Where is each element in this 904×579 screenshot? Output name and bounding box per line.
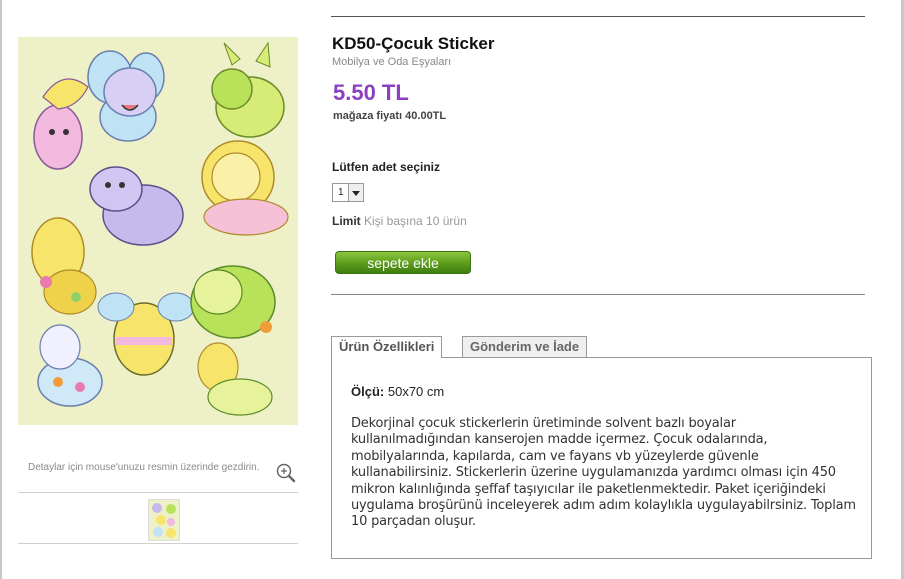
product-price: 5.50 TL [333, 80, 409, 105]
window-border-left [0, 0, 2, 579]
divider [18, 492, 298, 493]
chevron-down-icon[interactable] [348, 184, 363, 201]
product-title: KD50-Çocuk Sticker [332, 34, 495, 53]
size-value: 50x70 cm [387, 384, 445, 399]
zoom-hint-text: Detaylar için mouse'unuzu resmin üzerind… [28, 462, 260, 473]
quantity-label: Lütfen adet seçiniz [332, 160, 441, 174]
limit-value: Kişi başına 10 ürün [364, 214, 467, 228]
store-price-label: mağaza fiyatı [333, 110, 403, 122]
quantity-value: 1 [338, 187, 344, 198]
store-price-value: 40.00TL [405, 110, 447, 122]
tab-shipping-returns[interactable]: Gönderim ve İade [462, 336, 588, 357]
purchase-limit: Limit Kişi başına 10 ürün [332, 214, 467, 228]
quantity-select[interactable]: 1 [332, 183, 364, 202]
divider [331, 294, 865, 295]
tab-product-features[interactable]: Ürün Özellikleri [331, 336, 443, 358]
limit-label: Limit [332, 214, 361, 228]
product-thumbnail[interactable] [148, 499, 180, 541]
sticker-illustration [31, 41, 289, 416]
add-to-cart-button[interactable]: sepete ekle [335, 251, 471, 274]
product-description: Dekorjinal çocuk stickerlerin üretiminde… [351, 416, 856, 530]
magnifier-plus-icon[interactable] [276, 463, 296, 483]
product-category: Mobilya ve Oda Eşyaları [332, 56, 452, 68]
store-price: mağaza fiyatı 40.00TL [333, 110, 446, 122]
divider [331, 16, 865, 17]
divider [18, 543, 298, 544]
product-image[interactable] [18, 37, 298, 425]
size-label: Ölçü: [351, 384, 385, 399]
size-line: Ölçü: 50x70 cm [351, 384, 444, 399]
